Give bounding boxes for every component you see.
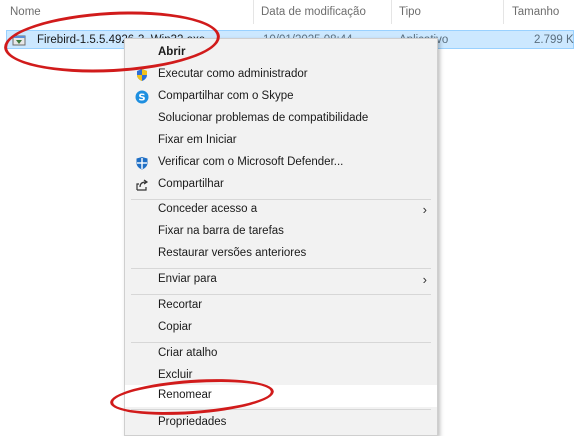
menu-item-create-shortcut[interactable]: Criar atalho: [125, 343, 437, 365]
column-header-name[interactable]: Nome: [10, 6, 41, 18]
menu-item-label: Fixar em Iniciar: [158, 134, 237, 146]
menu-item-label: Solucionar problemas de compatibilidade: [158, 112, 369, 124]
menu-item-label: Executar como administrador: [158, 68, 308, 80]
menu-item-label: Recortar: [158, 299, 203, 311]
file-size: 2.799 KB: [534, 34, 574, 46]
menu-item-properties[interactable]: Propriedades: [125, 412, 437, 434]
share-icon: [136, 179, 149, 191]
column-header-modified[interactable]: Data de modificação: [261, 6, 366, 18]
menu-item-copy[interactable]: Copiar: [125, 317, 437, 339]
menu-item-pin-taskbar[interactable]: Fixar na barra de tarefas: [125, 221, 437, 243]
svg-text:S: S: [138, 93, 145, 104]
chevron-right-icon: ›: [422, 202, 427, 217]
menu-item-label: Conceder acesso a: [158, 203, 258, 215]
menu-item-share[interactable]: Compartilhar: [125, 174, 437, 196]
column-divider[interactable]: [391, 0, 392, 24]
menu-item-give-access[interactable]: Conceder acesso a ›: [125, 199, 437, 221]
skype-icon: S: [135, 90, 149, 104]
menu-item-label: Compartilhar: [158, 178, 224, 190]
menu-item-label: Compartilhar com o Skype: [158, 90, 294, 102]
uac-shield-icon: [137, 69, 147, 81]
menu-item-label: Enviar para: [158, 273, 217, 285]
column-header-type[interactable]: Tipo: [399, 6, 421, 18]
menu-item-restore-versions[interactable]: Restaurar versões anteriores: [125, 243, 437, 265]
column-divider[interactable]: [503, 0, 504, 24]
column-header-size[interactable]: Tamanho: [512, 6, 559, 18]
menu-item-run-as-admin[interactable]: Executar como administrador: [125, 64, 437, 86]
menu-item-label: Copiar: [158, 321, 192, 333]
menu-item-label: Restaurar versões anteriores: [158, 247, 307, 259]
menu-item-label: Excluir: [158, 369, 193, 381]
menu-item-label: Fixar na barra de tarefas: [158, 225, 284, 237]
menu-item-send-to[interactable]: Enviar para ›: [125, 269, 437, 291]
column-divider[interactable]: [253, 0, 254, 24]
menu-item-pin-start[interactable]: Fixar em Iniciar: [125, 130, 437, 152]
menu-item-label: Verificar com o Microsoft Defender...: [158, 156, 344, 168]
defender-shield-icon: [136, 157, 148, 170]
context-menu: Abrir Executar como administrador S Comp…: [124, 38, 438, 436]
menu-item-share-skype[interactable]: S Compartilhar com o Skype: [125, 86, 437, 108]
menu-item-label: Propriedades: [158, 416, 227, 428]
menu-item-scan-defender[interactable]: Verificar com o Microsoft Defender...: [125, 152, 437, 174]
menu-item-label: Criar atalho: [158, 347, 218, 359]
menu-item-cut[interactable]: Recortar: [125, 295, 437, 317]
menu-item-troubleshoot[interactable]: Solucionar problemas de compatibilidade: [125, 108, 437, 130]
chevron-right-icon: ›: [422, 272, 427, 287]
